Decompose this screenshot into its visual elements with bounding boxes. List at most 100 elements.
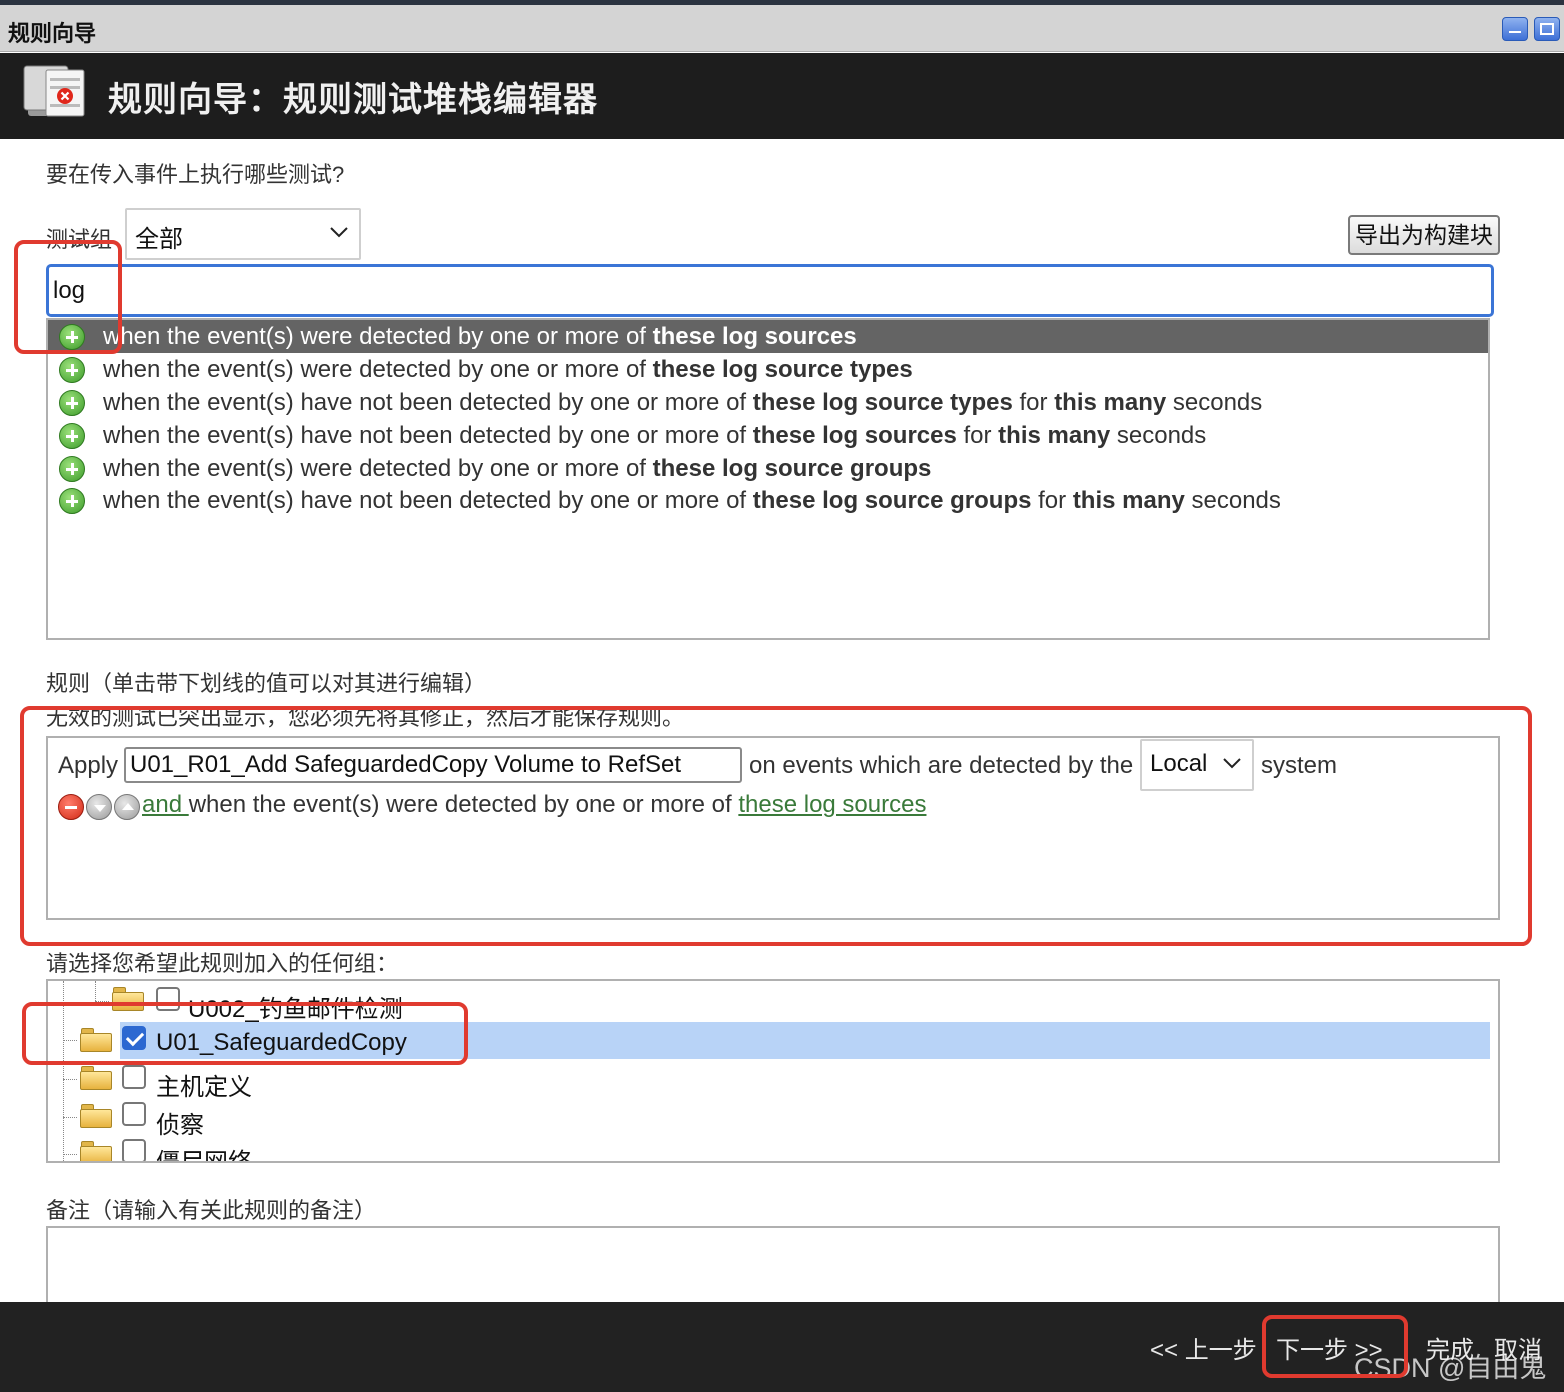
group-name: 主机定义 [156, 1074, 252, 1101]
test-item-text: when the event(s) were detected by one o… [103, 356, 913, 384]
add-test-icon[interactable] [59, 456, 85, 482]
folder-icon [80, 1066, 112, 1090]
chevron-down-icon [330, 227, 348, 238]
rule-name-input[interactable] [124, 747, 742, 783]
log-sources-link[interactable]: these log sources [738, 791, 926, 818]
window-title: 规则向导 [8, 21, 97, 46]
test-text: when the event(s) were detected by one o… [103, 356, 653, 383]
tree-line [63, 1154, 77, 1155]
test-item[interactable]: when the event(s) have not been detected… [48, 484, 1488, 517]
test-text: when the event(s) have not been detected… [103, 389, 753, 416]
test-item-text: when the event(s) were detected by one o… [103, 323, 857, 351]
test-keyword: these log sources [752, 422, 957, 449]
group-row[interactable]: 主机定义 [48, 1061, 1498, 1101]
test-text: when the event(s) have not been detected… [103, 422, 753, 449]
minimize-button[interactable] [1502, 17, 1528, 41]
group-checkbox[interactable] [122, 1065, 146, 1089]
group-checkbox[interactable] [156, 987, 180, 1011]
test-item[interactable]: when the event(s) have not been detected… [48, 419, 1488, 452]
export-building-block-button[interactable]: 导出为构建块 [1348, 215, 1500, 255]
rule-test-line: and when the event(s) were detected by o… [142, 791, 926, 819]
test-text: for [1031, 487, 1073, 514]
test-item[interactable]: when the event(s) were detected by one o… [48, 320, 1488, 353]
folder-icon [80, 1141, 112, 1161]
maximize-icon [1540, 23, 1554, 35]
and-operator-link[interactable]: and [142, 791, 189, 818]
test-keyword: these log sources [652, 323, 857, 350]
minimize-icon [1509, 31, 1521, 35]
test-item[interactable]: when the event(s) have not been detected… [48, 386, 1488, 419]
test-text: when the event(s) have not been detected… [103, 487, 753, 514]
move-down-icon[interactable] [86, 794, 112, 820]
test-text: when the event(s) were detected by one o… [103, 323, 653, 350]
add-test-icon[interactable] [59, 357, 85, 383]
rule-invalid-warning: 无效的测试已突出显示，您必须先将其修正，然后才能保存规则。 [46, 705, 685, 730]
system-select-value: Local [1150, 750, 1208, 777]
tree-line [63, 1079, 77, 1080]
chevron-down-icon [1223, 758, 1241, 769]
group-row[interactable]: 僵尸网络 [48, 1136, 1498, 1163]
group-row[interactable]: 侦察 [48, 1099, 1498, 1139]
test-keyword: these log source types [752, 389, 1013, 416]
test-item-text: when the event(s) have not been detected… [103, 389, 1262, 417]
test-item-text: when the event(s) were detected by one o… [103, 455, 931, 483]
folder-icon [112, 987, 144, 1011]
test-text: when the event(s) were detected by one o… [103, 455, 653, 482]
groups-section-label: 请选择您希望此规则加入的任何组： [46, 951, 399, 976]
group-row[interactable]: U01_SafeguardedCopy [48, 1022, 1498, 1060]
add-test-icon[interactable] [59, 324, 85, 350]
test-keyword: this many [1072, 487, 1185, 514]
rule-test-text: when the event(s) were detected by one o… [188, 791, 739, 818]
test-text: seconds [1166, 389, 1263, 416]
system-text: system [1261, 752, 1338, 779]
page-title: 规则向导：规则测试堆栈编辑器 [108, 81, 598, 119]
on-events-text: on events which are detected by the [749, 752, 1134, 779]
tree-line [63, 1040, 77, 1041]
test-text: for [1012, 389, 1055, 416]
test-item-text: when the event(s) have not been detected… [103, 422, 1206, 450]
watermark: CSDN @自由鬼 [1354, 1353, 1547, 1383]
test-keyword: this many [998, 422, 1111, 449]
group-name: 侦察 [156, 1112, 204, 1139]
group-checkbox[interactable] [122, 1102, 146, 1126]
groups-tree[interactable]: U002_钓鱼邮件检测 U01_SafeguardedCopy 主机定义 侦察 … [46, 979, 1500, 1163]
system-select[interactable]: Local [1140, 739, 1254, 791]
group-row[interactable]: U002_钓鱼邮件检测 [48, 981, 1498, 1023]
test-keyword: these log source groups [652, 455, 932, 482]
tree-line [63, 1117, 77, 1118]
tree-line [95, 1001, 109, 1002]
maximize-button[interactable] [1534, 17, 1560, 41]
previous-button[interactable]: << 上一步 [1150, 1330, 1257, 1365]
tests-question: 要在传入事件上执行哪些测试? [46, 162, 345, 187]
test-group-select[interactable]: 全部 [125, 208, 361, 260]
group-name: 僵尸网络 [156, 1149, 252, 1163]
test-group-value: 全部 [135, 226, 183, 253]
group-checkbox[interactable] [122, 1026, 146, 1050]
folder-icon [80, 1104, 112, 1128]
wizard-header: 规则向导：规则测试堆栈编辑器 [0, 53, 1564, 139]
add-test-icon[interactable] [59, 488, 85, 514]
add-test-icon[interactable] [59, 390, 85, 416]
test-list[interactable]: when the event(s) were detected by one o… [46, 318, 1490, 640]
test-keyword: these log source types [652, 356, 913, 383]
test-search-input[interactable] [46, 264, 1494, 317]
notes-textarea[interactable] [46, 1226, 1500, 1302]
add-test-icon[interactable] [59, 423, 85, 449]
remove-test-icon[interactable] [58, 794, 84, 820]
move-up-icon[interactable] [114, 794, 140, 820]
test-text: seconds [1110, 422, 1207, 449]
test-item[interactable]: when the event(s) were detected by one o… [48, 353, 1488, 386]
test-group-label: 测试组 [46, 227, 113, 252]
test-text: for [956, 422, 999, 449]
test-text: seconds [1184, 487, 1281, 514]
group-name: U002_钓鱼邮件检测 [188, 996, 403, 1023]
folder-icon [80, 1028, 112, 1052]
rule-section-label: 规则（单击带下划线的值可以对其进行编辑） [46, 671, 487, 696]
group-checkbox[interactable] [122, 1139, 146, 1161]
title-bar [0, 5, 1564, 52]
test-keyword: these log source groups [752, 487, 1032, 514]
test-item[interactable]: when the event(s) were detected by one o… [48, 452, 1488, 485]
notes-label: 备注（请输入有关此规则的备注） [46, 1198, 377, 1223]
rule-wizard-icon [23, 65, 85, 117]
group-name: U01_SafeguardedCopy [156, 1029, 407, 1056]
